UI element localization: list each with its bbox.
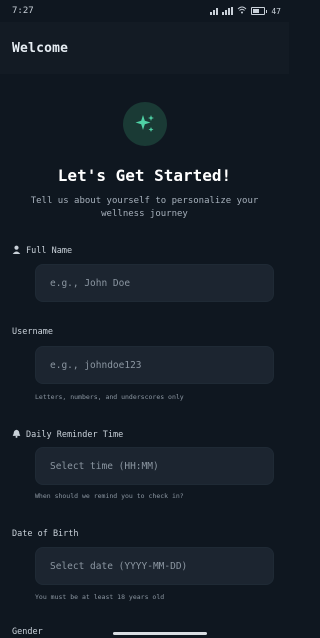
- battery-icon: [251, 7, 268, 15]
- username-label-text: Username: [12, 327, 53, 337]
- full-name-label: Full Name: [12, 245, 72, 257]
- full-name-field[interactable]: [35, 264, 274, 302]
- dob-hint: You must be at least 18 years old: [35, 593, 165, 601]
- hero-subtitle: Tell us about yourself to personalize yo…: [30, 196, 259, 219]
- battery-level: 47: [271, 6, 281, 16]
- dob-label-text: Date of Birth: [12, 529, 79, 539]
- signal-icon: [210, 7, 219, 15]
- person-icon: [12, 245, 21, 257]
- dob-field[interactable]: [35, 547, 274, 585]
- reminder-time-field[interactable]: [35, 447, 274, 485]
- reminder-time-input[interactable]: [48, 459, 273, 473]
- wifi-icon: [237, 6, 247, 16]
- reminder-label-text: Daily Reminder Time: [26, 430, 124, 440]
- page-title: Welcome: [12, 40, 69, 56]
- hero-title: Let's Get Started!: [57, 166, 232, 185]
- status-time: 7:27: [12, 6, 34, 16]
- dob-input[interactable]: [48, 559, 273, 573]
- reminder-hint: When should we remind you to check in?: [35, 492, 184, 500]
- status-icons: 47: [210, 6, 281, 16]
- username-input[interactable]: [48, 358, 273, 372]
- gender-label: Gender: [12, 627, 43, 637]
- signal-icon-2: [222, 7, 234, 15]
- app-header: Welcome: [0, 22, 289, 74]
- gender-label-text: Gender: [12, 627, 43, 637]
- username-hint: Letters, numbers, and underscores only: [35, 393, 184, 401]
- status-bar: 7:27 47: [0, 0, 289, 22]
- username-label: Username: [12, 327, 53, 337]
- sparkles-icon: [123, 102, 167, 146]
- reminder-label: Daily Reminder Time: [12, 429, 123, 441]
- bell-icon: [12, 429, 21, 441]
- username-field[interactable]: [35, 346, 274, 384]
- full-name-label-text: Full Name: [26, 246, 73, 256]
- full-name-input[interactable]: [48, 276, 273, 290]
- dob-label: Date of Birth: [12, 529, 79, 539]
- home-indicator[interactable]: [113, 632, 207, 635]
